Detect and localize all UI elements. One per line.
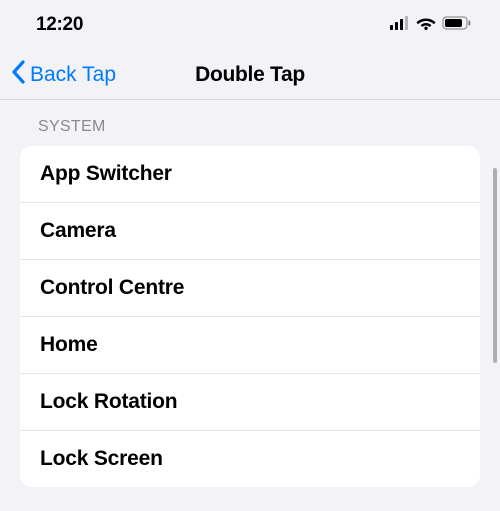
list-item[interactable]: Camera: [20, 203, 480, 260]
list-item-label: Lock Screen: [40, 447, 163, 470]
chevron-left-icon: [10, 60, 26, 89]
navigation-bar: Back Tap Double Tap: [0, 50, 500, 100]
list-item[interactable]: Lock Rotation: [20, 374, 480, 431]
list-item-label: Control Centre: [40, 276, 184, 299]
list-item-label: Lock Rotation: [40, 390, 177, 413]
page-title: Double Tap: [195, 63, 305, 87]
wifi-icon: [416, 16, 436, 35]
list-item-label: Home: [40, 333, 98, 356]
list-item[interactable]: Control Centre: [20, 260, 480, 317]
list-item[interactable]: App Switcher: [20, 146, 480, 203]
list-item-label: Camera: [40, 219, 116, 242]
section-header: SYSTEM: [0, 118, 500, 146]
content-area: SYSTEM App Switcher Camera Control Centr…: [0, 100, 500, 511]
back-label: Back Tap: [30, 63, 116, 87]
status-icons: [390, 16, 472, 35]
battery-icon: [442, 16, 472, 35]
scroll-indicator[interactable]: [493, 168, 497, 363]
list-item[interactable]: Lock Screen: [20, 431, 480, 487]
back-button[interactable]: Back Tap: [10, 60, 116, 89]
cellular-icon: [390, 16, 410, 35]
status-time: 12:20: [36, 14, 83, 36]
list-item-label: App Switcher: [40, 162, 172, 185]
status-bar: 12:20: [0, 0, 500, 50]
list-item[interactable]: Home: [20, 317, 480, 374]
list-group: App Switcher Camera Control Centre Home …: [20, 146, 480, 487]
